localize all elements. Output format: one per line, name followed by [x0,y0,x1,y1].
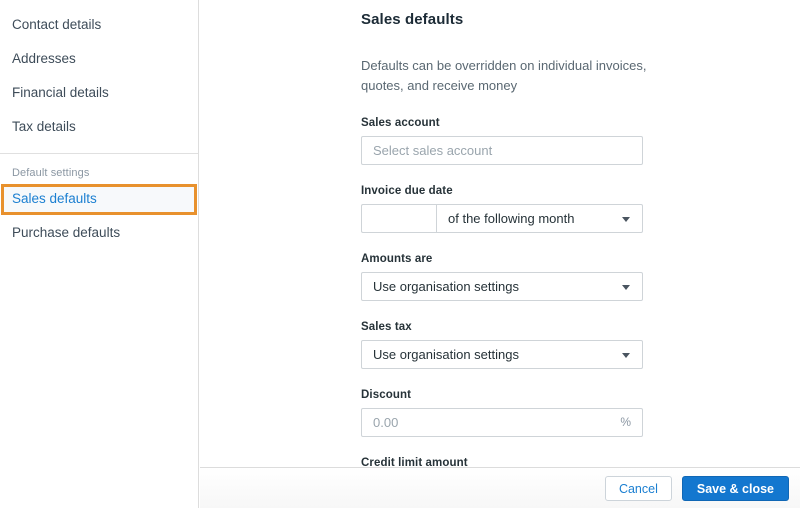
invoice-due-date-term-select[interactable]: of the following month [436,204,643,233]
sales-account-input[interactable]: Select sales account [361,136,643,165]
sales-account-placeholder: Select sales account [373,143,493,158]
chevron-down-icon [622,285,630,290]
credit-limit-amount-label: Credit limit amount [361,457,468,467]
sidebar-primary-group: Contact details Addresses Financial deta… [0,0,198,144]
page-description: Defaults can be overridden on individual… [361,58,647,93]
modal-footer: Cancel Save & close [200,468,800,508]
invoice-due-date-day-input[interactable] [361,204,436,233]
sidebar-item-tax-details[interactable]: Tax details [0,110,198,144]
settings-modal: Contact details Addresses Financial deta… [0,0,800,508]
cancel-button[interactable]: Cancel [604,476,672,501]
content-inner: Sales defaults Defaults can be overridde… [200,0,800,467]
sidebar-item-label: Financial details [12,85,109,100]
field-sales-account: Sales account Select sales account [361,116,800,165]
discount-input[interactable]: 0.00 % [361,408,643,437]
discount-label: Discount [361,389,411,401]
sidebar-item-financial-details[interactable]: Financial details [0,76,198,110]
invoice-due-date-row: of the following month [361,204,643,233]
invoice-due-date-term-value: of the following month [448,211,575,226]
sidebar-item-label: Purchase defaults [12,225,121,240]
sidebar-item-sales-defaults[interactable]: Sales defaults [0,184,198,215]
save-and-close-button[interactable]: Save & close [681,476,789,501]
discount-placeholder: 0.00 [373,415,399,430]
field-discount: Discount 0.00 % [361,388,800,437]
page-title: Sales defaults [361,11,464,28]
chevron-down-icon [622,217,630,222]
field-sales-tax: Sales tax Use organisation settings [361,320,800,369]
sales-tax-label: Sales tax [361,321,412,333]
field-invoice-due-date: Invoice due date of the following month [361,184,800,233]
sidebar-item-addresses[interactable]: Addresses [0,42,198,76]
sidebar-item-label: Tax details [12,119,76,134]
sales-tax-select[interactable]: Use organisation settings [361,340,643,369]
sales-tax-value: Use organisation settings [373,347,519,362]
sidebar-item-contact-details[interactable]: Contact details [0,8,198,42]
invoice-due-date-label: Invoice due date [361,185,453,197]
chevron-down-icon [622,353,630,358]
sidebar-item-label: Sales defaults [12,191,97,206]
amounts-are-select[interactable]: Use organisation settings [361,272,643,301]
amounts-are-label: Amounts are [361,253,433,265]
sales-account-label: Sales account [361,117,440,129]
settings-content-panel: Sales defaults Defaults can be overridde… [200,0,800,467]
amounts-are-value: Use organisation settings [373,279,519,294]
sidebar-item-label: Contact details [12,17,102,32]
footer-button-group: Cancel Save & close [604,476,789,501]
percent-icon: % [620,415,631,429]
sidebar-section-label: Default settings [12,167,90,179]
field-credit-limit-amount: Credit limit amount [361,456,800,467]
sidebar-item-sales-defaults-wrap: Sales defaults [0,184,198,215]
settings-sidebar: Contact details Addresses Financial deta… [0,0,199,508]
sidebar-item-label: Addresses [12,51,76,66]
field-amounts-are: Amounts are Use organisation settings [361,252,800,301]
sidebar-item-purchase-defaults[interactable]: Purchase defaults [0,215,198,250]
